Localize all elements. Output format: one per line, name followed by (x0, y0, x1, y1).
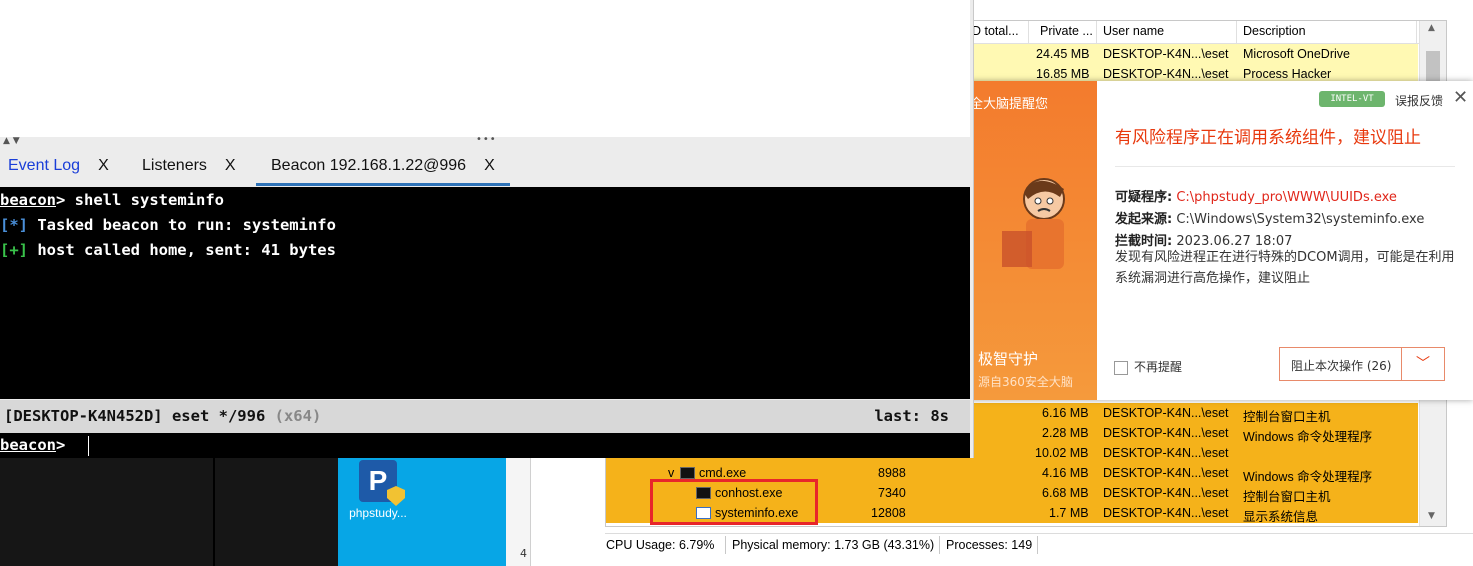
console-line: beacon> shell systeminfo (0, 191, 224, 209)
desktop-divider (213, 455, 215, 566)
tab-label: Listeners (142, 157, 207, 174)
desktop-icon-label: phpstudy... (349, 506, 407, 520)
top-pane (0, 0, 970, 138)
close-tab-icon[interactable]: X (225, 157, 236, 174)
split-arrows-icon[interactable]: ▲ ▼ (3, 136, 20, 146)
console-line: [*] Tasked beacon to run: systeminfo (0, 216, 336, 234)
cell-desc: Process Hacker (1243, 67, 1332, 81)
cell-private: 6.16 MB (1042, 406, 1089, 420)
dont-remind-checkbox[interactable]: 不再提醒 (1114, 358, 1182, 375)
beacon-console[interactable]: beacon> shell systeminfo [*] Tasked beac… (0, 187, 970, 399)
suspicious-program-label: 可疑程序: (1115, 190, 1173, 205)
source-row: 发起来源: C:\Windows\System32\systeminfo.exe (1115, 208, 1424, 227)
col-io-total[interactable]: D total... (972, 24, 1019, 38)
cell-user: DESKTOP-K4N...\eset (1103, 47, 1229, 61)
cell-user: DESKTOP-K4N...\eset (1103, 506, 1229, 520)
popup-brand-sub: 源自360安全大脑 (978, 375, 1073, 389)
checkbox-icon[interactable] (1114, 360, 1128, 375)
cell-user: DESKTOP-K4N...\eset (1103, 426, 1229, 440)
uac-shield-icon (387, 486, 405, 506)
desktop-icon-phpstudy[interactable]: P phpstudy... (338, 460, 418, 520)
block-operation-button[interactable]: 阻止本次操作 (26) ﹀ (1279, 347, 1445, 381)
cell-pid: 7340 (878, 486, 906, 500)
close-tab-icon[interactable]: X (98, 157, 109, 174)
block-button-label: 阻止本次操作 (26) (1291, 359, 1392, 373)
session-status-bar: [DESKTOP-K4N452D] eset */996 (x64) last:… (0, 400, 970, 433)
cell-user: DESKTOP-K4N...\eset (1103, 406, 1229, 420)
input-prompt: beacon> (0, 436, 66, 454)
cell-user: DESKTOP-K4N...\eset (1103, 67, 1229, 81)
tab-listeners[interactable]: Listeners X (142, 157, 236, 175)
false-positive-feedback-link[interactable]: 误报反馈 (1395, 92, 1443, 109)
process-count: Processes: 149 (946, 538, 1033, 552)
cell-user: DESKTOP-K4N...\eset (1103, 466, 1229, 480)
cell-desc: 显示系统信息 (1243, 510, 1319, 524)
desktop-background-dark (0, 455, 340, 566)
cmd-icon (680, 466, 695, 479)
scroll-thumb[interactable] (1426, 51, 1440, 81)
suspicious-program-row: 可疑程序: C:\phpstudy_pro\WWW\UUIDs.exe (1115, 186, 1397, 205)
cpu-usage: CPU Usage: 6.79% (606, 538, 715, 552)
drag-handle-icon[interactable]: ••• (476, 134, 497, 145)
col-description[interactable]: Description (1243, 24, 1306, 38)
worried-character-icon (1002, 178, 1065, 269)
cell-private: 4.16 MB (1042, 466, 1089, 480)
tab-label: Event Log (8, 157, 81, 174)
text-cursor (88, 436, 89, 456)
cell-pid: 12808 (871, 506, 906, 520)
page-number: 4 (520, 547, 527, 560)
tab-bar: Event Log X Listeners X Beacon 192.168.1.2… (0, 147, 970, 187)
cell-private: 24.45 MB (1036, 47, 1090, 61)
tab-label: Beacon 192.168.1.22@996 (271, 157, 467, 174)
tab-beacon[interactable]: Beacon 192.168.1.22@996 X (271, 157, 495, 175)
highlight-box (650, 479, 818, 525)
popup-left-caption: 全大脑提醒您 (970, 97, 1049, 112)
cell-desc: Microsoft OneDrive (1243, 47, 1350, 61)
alert-title: 有风险程序正在调用系统组件，建议阻止 (1115, 128, 1421, 148)
suspicious-program-path[interactable]: C:\phpstudy_pro\WWW\UUIDs.exe (1176, 190, 1397, 205)
scroll-up-icon[interactable]: ▲ (1428, 23, 1435, 33)
status-bar: CPU Usage: 6.79% Physical memory: 1.73 G… (605, 533, 1473, 556)
split-divider[interactable]: ▲ ▼ ••• (0, 134, 970, 147)
desktop-background: P phpstudy... (338, 455, 506, 566)
dont-remind-label: 不再提醒 (1134, 360, 1183, 374)
beacon-command-input[interactable]: beacon> (0, 433, 970, 458)
close-icon[interactable]: ✕ (1453, 87, 1468, 108)
active-tab-indicator (256, 183, 510, 186)
cell-user: DESKTOP-K4N...\eset (1103, 486, 1229, 500)
tree-toggle-icon[interactable]: v (668, 466, 674, 480)
console-line: [+] host called home, sent: 41 bytes (0, 241, 336, 259)
cell-name: cmd.exe (680, 466, 746, 480)
col-user-name[interactable]: User name (1103, 24, 1164, 38)
cell-user: DESKTOP-K4N...\eset (1103, 446, 1229, 460)
popup-illustration-panel: 全大脑提醒您 极智守护 源自360安全大脑 (962, 81, 1097, 400)
physical-memory: Physical memory: 1.73 GB (43.31%) (732, 538, 935, 552)
cell-private: 2.28 MB (1042, 426, 1089, 440)
cell-private: 16.85 MB (1036, 67, 1090, 81)
cell-pid: 8988 (878, 466, 906, 480)
last-checkin: last: 8s (874, 407, 949, 425)
popup-content: INTEL-VT 误报反馈 ✕ 有风险程序正在调用系统组件，建议阻止 可疑程序:… (1097, 81, 1473, 400)
alert-description: 发现有风险进程正在进行特殊的DCOM调用，可能是在利用系统漏洞进行高危操作，建议… (1115, 250, 1455, 286)
phpstudy-icon: P (359, 460, 405, 506)
popup-brand: 极智守护 (978, 350, 1039, 368)
close-tab-icon[interactable]: X (484, 157, 495, 174)
cell-private: 10.02 MB (1035, 446, 1089, 460)
source-path: C:\Windows\System32\systeminfo.exe (1176, 212, 1425, 227)
cell-private: 6.68 MB (1042, 486, 1089, 500)
cell-private: 1.7 MB (1049, 506, 1089, 520)
divider (1115, 166, 1455, 167)
session-info: [DESKTOP-K4N452D] eset */996 (x64) (4, 407, 322, 425)
intel-vt-badge: INTEL-VT (1319, 91, 1385, 107)
scroll-down-icon[interactable]: ▼ (1428, 511, 1435, 521)
col-private-bytes[interactable]: Private ... (1040, 24, 1093, 38)
source-label: 发起来源: (1115, 212, 1173, 227)
security-alert-popup: 全大脑提醒您 极智守护 源自360安全大脑 INTEL-VT 误报反馈 ✕ 有风… (962, 81, 1473, 400)
tab-event-log[interactable]: Event Log X (8, 157, 109, 175)
chevron-down-icon[interactable]: ﹀ (1401, 348, 1444, 380)
cobalt-strike-window: ▲ ▼ ••• Event Log X Listeners X Beacon 192… (0, 0, 974, 458)
